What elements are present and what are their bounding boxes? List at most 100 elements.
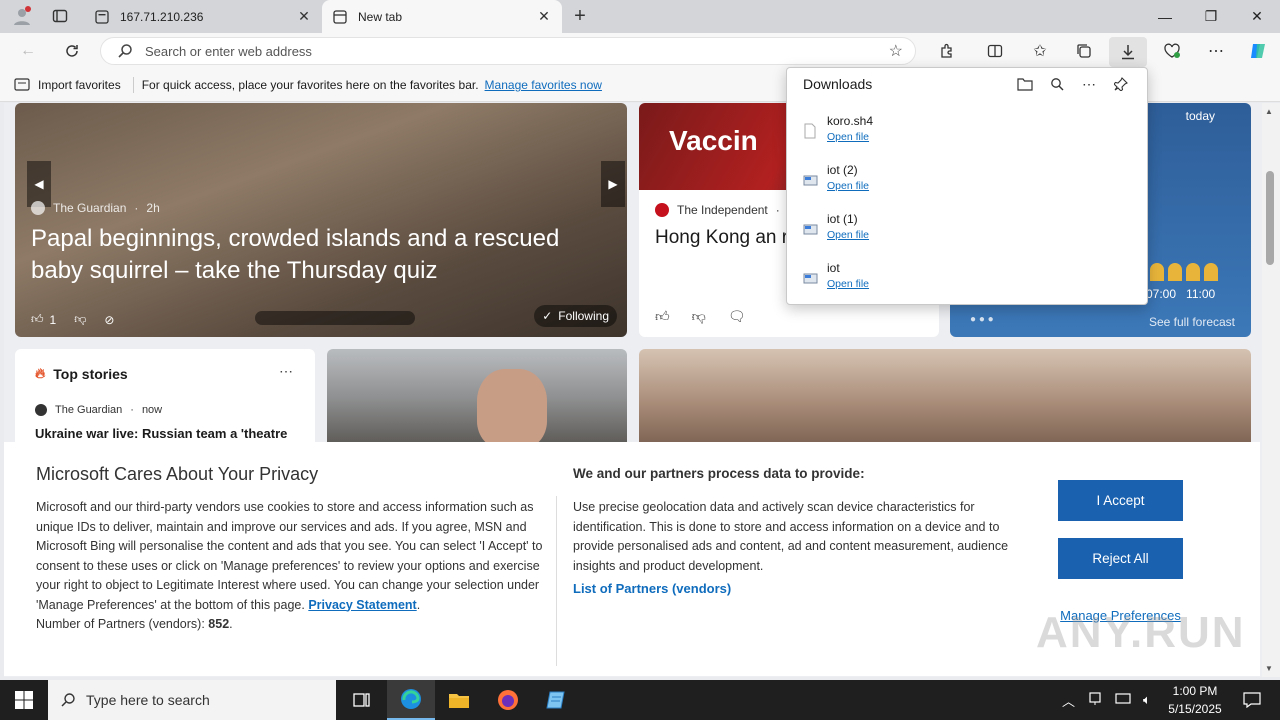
hero-source: The Guardian: [53, 201, 127, 215]
more-options-icon[interactable]: ⋯: [1073, 72, 1105, 96]
more-options-icon[interactable]: ⋯: [279, 363, 293, 380]
accept-button[interactable]: I Accept: [1058, 480, 1183, 521]
download-item[interactable]: koro.sh4 Open file: [803, 114, 1133, 154]
scroll-down-icon[interactable]: ▼: [1265, 664, 1273, 673]
carousel-next-button[interactable]: ▶: [601, 161, 625, 207]
search-downloads-icon[interactable]: [1041, 72, 1073, 96]
open-file-link[interactable]: Open file: [827, 131, 869, 143]
like-count: 1: [49, 312, 57, 327]
download-item[interactable]: iot Open file: [803, 261, 1133, 301]
taskbar-search-box[interactable]: Type here to search: [48, 680, 336, 720]
new-tab-button[interactable]: +: [566, 5, 594, 27]
weather-page-dots[interactable]: ● ● ●: [970, 314, 994, 325]
person-photo: [477, 369, 547, 449]
scrollbar-thumb[interactable]: [1266, 171, 1274, 265]
collections-icon[interactable]: [1068, 37, 1100, 65]
minimize-button[interactable]: —: [1142, 0, 1188, 33]
download-filename: iot (1): [827, 212, 858, 226]
favorites-icon[interactable]: ✩: [1024, 37, 1056, 65]
settings-more-icon[interactable]: ⋯: [1200, 37, 1232, 65]
extensions-icon[interactable]: [931, 37, 963, 65]
open-file-link[interactable]: Open file: [827, 229, 869, 241]
top-story-source: The Guardian: [55, 404, 123, 416]
privacy-divider: [556, 496, 557, 666]
following-label: Following: [558, 309, 609, 323]
download-item[interactable]: iot (2) Open file: [803, 163, 1133, 203]
restore-button[interactable]: ❐: [1188, 0, 1234, 33]
page-scrollbar[interactable]: ▲ ▼: [1262, 103, 1280, 677]
edge-taskbar-icon[interactable]: [387, 680, 435, 720]
windows-logo-icon: [15, 691, 33, 709]
firefox-icon[interactable]: [484, 680, 532, 720]
hero-carousel[interactable]: ◀ ▶ The Guardian · 2h Papal beginnings, …: [15, 103, 627, 337]
hero-age: 2h: [146, 201, 160, 215]
favorites-hint: For quick access, place your favorites h…: [141, 78, 479, 92]
like-icon[interactable]: 👍︎: [655, 308, 670, 325]
partners-count: 852: [208, 617, 230, 631]
hero-headline[interactable]: Papal beginnings, crowded islands and a …: [31, 223, 591, 287]
download-filename: koro.sh4: [827, 114, 874, 128]
reject-all-button[interactable]: Reject All: [1058, 538, 1183, 579]
close-window-button[interactable]: ✕: [1234, 0, 1280, 33]
tab-actions-icon[interactable]: [46, 5, 74, 27]
scroll-up-icon[interactable]: ▲: [1265, 107, 1273, 116]
file-explorer-icon[interactable]: [435, 680, 483, 720]
manage-favorites-link[interactable]: Manage favorites now: [485, 78, 602, 92]
close-tab-icon[interactable]: ✕: [296, 8, 312, 25]
network-status-icon[interactable]: [1087, 691, 1103, 709]
import-favorites-button[interactable]: Import favorites: [38, 78, 121, 92]
import-favorites-icon[interactable]: [14, 78, 30, 92]
notepad-icon[interactable]: [533, 680, 581, 720]
source-logo-icon: [35, 404, 47, 416]
dislike-icon[interactable]: 👎︎: [74, 312, 86, 327]
ethernet-icon[interactable]: [1115, 692, 1131, 709]
hide-story-icon[interactable]: ⊘: [104, 313, 114, 327]
open-folder-icon[interactable]: [1009, 72, 1041, 96]
comment-icon[interactable]: 🗨︎: [728, 308, 746, 325]
privacy-title: Microsoft Cares About Your Privacy: [36, 464, 319, 484]
volume-icon[interactable]: 🔈︎: [1143, 692, 1151, 708]
pin-icon[interactable]: [1105, 72, 1137, 96]
downloads-icon[interactable]: [1109, 37, 1147, 67]
carousel-dots[interactable]: [255, 311, 415, 325]
top-story-headline[interactable]: Ukraine war live: Russian team a 'theatr…: [35, 426, 305, 441]
tab-title: 167.71.210.236: [120, 9, 204, 24]
privacy-body: Microsoft and our third-party vendors us…: [36, 500, 543, 631]
profile-icon[interactable]: [8, 5, 36, 27]
download-item[interactable]: iot (1) Open file: [803, 212, 1133, 252]
partners-list-link[interactable]: List of Partners (vendors): [573, 581, 731, 596]
top-stories-title: Top stories: [53, 365, 128, 382]
flame-icon: 🔥︎: [35, 365, 46, 381]
weather-bars: [1150, 263, 1218, 281]
executable-icon: [803, 221, 819, 237]
taskbar-clock[interactable]: 1:00 PM 5/15/2025: [1160, 682, 1230, 718]
copilot-icon[interactable]: [1242, 37, 1274, 65]
source-logo-icon: [655, 203, 669, 217]
privacy-statement-link[interactable]: Privacy Statement: [308, 598, 416, 612]
browser-essentials-icon[interactable]: [1156, 37, 1188, 65]
system-tray: ︿ 🔈︎: [1062, 680, 1151, 720]
open-file-link[interactable]: Open file: [827, 278, 869, 290]
tab-new-tab[interactable]: New tab ✕: [322, 0, 562, 33]
address-placeholder: Search or enter web address: [145, 43, 312, 59]
show-hidden-icons[interactable]: ︿: [1062, 691, 1075, 710]
notifications-icon[interactable]: [1232, 680, 1272, 720]
task-view-icon[interactable]: [338, 680, 386, 720]
new-tab-page-icon: [332, 9, 348, 25]
dislike-icon[interactable]: 👎︎: [692, 308, 706, 325]
full-forecast-link[interactable]: See full forecast: [1149, 315, 1235, 329]
taskbar-search-placeholder: Type here to search: [86, 692, 210, 708]
open-file-link[interactable]: Open file: [827, 180, 869, 192]
refresh-button[interactable]: [56, 37, 88, 65]
following-badge[interactable]: ✓ Following: [534, 305, 617, 327]
close-tab-icon[interactable]: ✕: [536, 8, 552, 25]
like-icon[interactable]: 👍︎: [31, 312, 44, 327]
back-button[interactable]: ←: [12, 37, 44, 65]
tab-remote-server[interactable]: 167.71.210.236 ✕: [84, 0, 322, 33]
split-screen-icon[interactable]: [979, 37, 1011, 65]
start-button[interactable]: [0, 680, 48, 720]
watermark-logo: ANY.RUN: [1036, 608, 1246, 657]
favorite-star-icon[interactable]: ☆: [889, 41, 903, 61]
weather-time: 07:00: [1146, 287, 1177, 301]
address-bar[interactable]: Search or enter web address ☆: [100, 37, 916, 65]
